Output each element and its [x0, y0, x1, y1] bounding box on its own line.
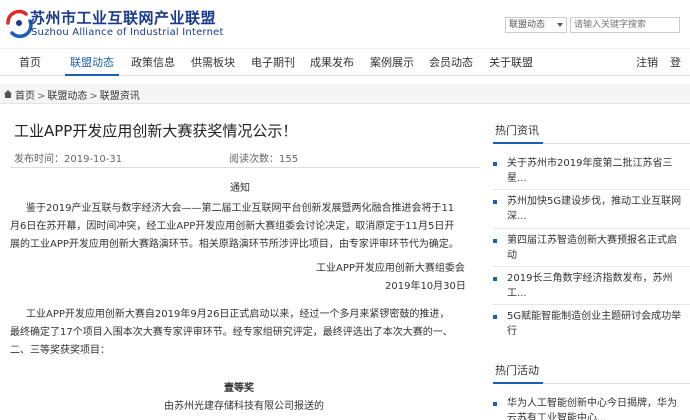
divider: [493, 304, 690, 305]
first-prize-line: 由苏州光建存储科技有限公司报送的: [164, 401, 324, 412]
search-scope-value: 联盟动态: [509, 20, 546, 30]
views-label: 阅读次数：: [229, 154, 279, 165]
brand-name-en: Suzhou Alliance of Industrial Internet: [31, 27, 224, 38]
chevron-down-icon: [557, 23, 563, 27]
signature-org: 工业APP开发应用创新大赛组委会: [316, 263, 465, 274]
body-line: 工业APP开发应用创新大赛自2019年9月26日正式启动以来，经过一个多月来紧锣…: [26, 309, 450, 320]
divider: [493, 266, 690, 267]
hot-news-line: 动: [507, 250, 517, 261]
body-line: 二、三等奖获奖项目：: [10, 345, 110, 356]
hot-news-line: 工...: [507, 288, 527, 299]
search-input[interactable]: [570, 17, 680, 33]
nav-item-journal[interactable]: 电子期刊: [246, 49, 300, 76]
hot-events-header: 热门活动: [493, 358, 690, 384]
hot-news-item[interactable]: 第四届江苏智造创新大赛预报名正式启 动: [493, 233, 690, 265]
hot-news-line: 第四届江苏智造创新大赛预报名正式启: [507, 235, 677, 246]
login-link[interactable]: 登录: [670, 49, 690, 96]
search-scope-select[interactable]: 联盟动态: [505, 17, 567, 33]
nav-item-member-news[interactable]: 会员动态: [424, 49, 478, 76]
breadcrumb-bar: 首页 > 联盟动态 > 联盟资讯: [0, 84, 690, 104]
hot-news-header: 热门资讯: [493, 118, 690, 144]
hot-news-text[interactable]: 苏州加快5G建设步伐，推动工业互联网 深...: [507, 194, 687, 224]
notice-line: 展的工业APP开发应用创新大赛路演环节。相关原路演环节所涉评比项目，由专家评审环…: [10, 239, 459, 250]
notice-line: 鉴于2019产业互联与数字经济大会——第二届工业互联网平台创新发展暨两化融合推进…: [26, 203, 455, 214]
home-icon: [4, 90, 12, 98]
hot-news-item[interactable]: 关于苏州市2019年度第二批江苏省三 星...: [493, 156, 690, 188]
divider: [493, 189, 690, 190]
hot-events-item[interactable]: 华为人工智能创新中心今日揭牌，华为 云苏有工业智能中心...: [493, 396, 690, 420]
divider: [493, 228, 690, 229]
bullet-icon: [493, 402, 497, 406]
first-prize-heading: 壹等奖: [224, 383, 254, 394]
hot-events-text[interactable]: 华为人工智能创新中心今日揭牌，华为 云苏有工业智能中心...: [507, 396, 687, 420]
hot-news-line: 苏州加快5G建设步伐，推动工业互联网: [507, 196, 682, 207]
breadcrumb-alliance-info[interactable]: 联盟资讯: [100, 91, 140, 102]
hot-events-line: 云苏有工业智能中心...: [507, 413, 607, 420]
article-title: 工业APP开发应用创新大赛获奖情况公示！: [14, 122, 298, 140]
hot-news-item[interactable]: 2019长三角数字经济指数发布，苏州 工...: [493, 271, 690, 303]
article-divider: [10, 167, 480, 168]
hot-news-line: 2019长三角数字经济指数发布，苏州: [507, 273, 673, 284]
hot-news-item[interactable]: 5G赋能智能制造创业主题研讨会成功举 行: [493, 309, 690, 341]
hot-news-line: 5G赋能智能制造创业主题研讨会成功举: [507, 311, 682, 322]
hot-news-text[interactable]: 第四届江苏智造创新大赛预报名正式启 动: [507, 233, 687, 263]
nav-item-alliance-news[interactable]: 联盟动态: [65, 49, 119, 76]
breadcrumb-separator: >: [37, 91, 46, 102]
main-nav: 首页 联盟动态 政策信息 供需板块 电子期刊 成果发布 案例展示 会员动态 关于…: [0, 48, 690, 96]
publish-label: 发布时间：: [14, 154, 64, 165]
hot-news-text[interactable]: 2019长三角数字经济指数发布，苏州 工...: [507, 271, 687, 301]
brand-name-cn[interactable]: 苏州市工业互联网产业联盟: [30, 7, 216, 28]
hot-news-line: 行: [507, 326, 517, 337]
hot-events-line: 华为人工智能创新中心今日揭牌，华为: [507, 398, 677, 409]
bullet-icon: [493, 315, 497, 319]
view-count: 阅读次数：155: [229, 150, 298, 165]
nav-item-achievements[interactable]: 成果发布: [305, 49, 359, 76]
hot-news-line: 星...: [507, 173, 527, 184]
bullet-icon: [493, 162, 497, 166]
hot-news-text[interactable]: 5G赋能智能制造创业主题研讨会成功举 行: [507, 309, 687, 339]
breadcrumb: 首页 > 联盟动态 > 联盟资讯: [15, 87, 140, 102]
bullet-icon: [493, 239, 497, 243]
body-line: 最终确定了17个项目入围本次大赛专家评审环节。经专家组研究评定，最终评选出了本次…: [10, 327, 453, 338]
breadcrumb-separator: >: [89, 91, 98, 102]
header-accent-bar: [493, 382, 543, 384]
hot-news-item[interactable]: 苏州加快5G建设步伐，推动工业互联网 深...: [493, 194, 690, 226]
hot-news-line: 关于苏州市2019年度第二批江苏省三: [507, 158, 673, 169]
bullet-icon: [493, 200, 497, 204]
breadcrumb-alliance-news[interactable]: 联盟动态: [47, 91, 87, 102]
notice-line: 月6日在苏开幕，因时间冲突，经工业APP开发应用创新大赛组委会讨论决定，取消原定…: [10, 221, 455, 232]
logout-link[interactable]: 注销: [636, 49, 658, 76]
views-value: 155: [279, 154, 299, 165]
publish-time: 发布时间：2019-10-31: [14, 150, 122, 165]
nav-item-home[interactable]: 首页: [12, 49, 48, 76]
hot-news-text[interactable]: 关于苏州市2019年度第二批江苏省三 星...: [507, 156, 687, 186]
breadcrumb-home[interactable]: 首页: [15, 91, 35, 102]
nav-item-cases[interactable]: 案例展示: [365, 49, 419, 76]
signature-date: 2019年10月30日: [385, 281, 466, 292]
bullet-icon: [493, 277, 497, 281]
hot-news-line: 深...: [507, 211, 527, 222]
nav-item-supply-demand[interactable]: 供需板块: [186, 49, 240, 76]
nav-item-about[interactable]: 关于联盟: [484, 49, 538, 76]
site-header: 苏州市工业互联网产业联盟 Suzhou Alliance of Industri…: [0, 0, 690, 48]
nav-item-policy[interactable]: 政策信息: [126, 49, 180, 76]
hot-events-title: 热门活动: [495, 364, 539, 377]
header-accent-bar: [493, 142, 543, 144]
notice-heading: 通知: [230, 183, 250, 194]
publish-date: 2019-10-31: [64, 154, 123, 165]
hot-news-title: 热门资讯: [495, 124, 539, 137]
